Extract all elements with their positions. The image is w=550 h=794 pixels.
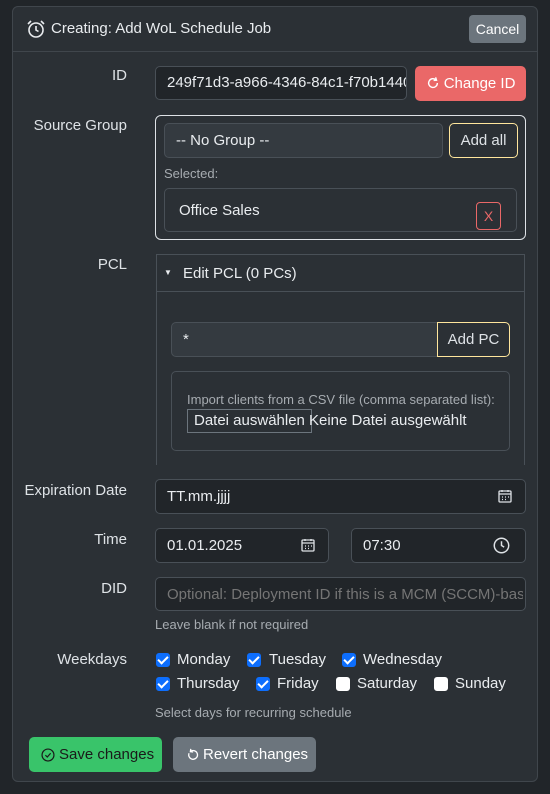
source-group-label: Source Group xyxy=(33,117,127,134)
check-circle-icon xyxy=(41,748,55,762)
thursday-label: Thursday xyxy=(177,675,240,692)
save-changes-button[interactable]: Save changes xyxy=(29,737,162,772)
revert-icon xyxy=(188,748,199,760)
expiration-date-value: TT.mm.jjjj xyxy=(167,488,231,505)
did-label: DID xyxy=(101,580,127,597)
pcl-summary[interactable]: ▼ Edit PCL (0 PCs) xyxy=(156,254,525,292)
wednesday-checkbox[interactable] xyxy=(342,653,356,667)
pc-input[interactable]: * xyxy=(171,322,438,357)
save-changes-label: Save changes xyxy=(59,746,155,763)
alarm-clock-icon xyxy=(27,20,45,38)
pcl-details: * Add PC Import clients from a CSV file … xyxy=(156,292,525,465)
monday-label: Monday xyxy=(177,651,231,668)
saturday-label: Saturday xyxy=(357,675,418,692)
revert-changes-label: Revert changes xyxy=(203,746,309,763)
did-input[interactable] xyxy=(155,577,526,611)
change-id-label: Change ID xyxy=(443,75,516,92)
selected-label: Selected: xyxy=(164,166,219,181)
refresh-icon xyxy=(427,77,438,89)
add-pc-button[interactable]: Add PC xyxy=(437,322,510,357)
wednesday-label: Wednesday xyxy=(363,651,442,668)
id-input[interactable]: 249f71d3-a966-4346-84c1-f70b1440 xyxy=(155,66,407,100)
did-help: Leave blank if not required xyxy=(155,617,309,632)
pcl-summary-label: Edit PCL (0 PCs) xyxy=(183,265,297,282)
friday-label: Friday xyxy=(277,675,319,692)
calendar-icon[interactable] xyxy=(301,538,315,552)
selected-group-item: Office Sales xyxy=(164,188,517,232)
tuesday-checkbox[interactable] xyxy=(247,653,261,667)
source-group-box: -- No Group -- Add all Selected: Office … xyxy=(155,115,526,240)
weekdays-label: Weekdays xyxy=(57,651,127,668)
change-id-button[interactable]: Change ID xyxy=(415,66,526,101)
friday-checkbox[interactable] xyxy=(256,677,270,691)
choose-file-button[interactable]: Datei auswählen xyxy=(187,409,312,433)
sunday-checkbox[interactable] xyxy=(434,677,448,691)
sunday-label: Sunday xyxy=(455,675,506,692)
revert-changes-button[interactable]: Revert changes xyxy=(173,737,316,772)
cancel-button[interactable]: Cancel xyxy=(469,15,526,43)
calendar-icon[interactable] xyxy=(498,489,512,503)
group-select[interactable]: -- No Group -- xyxy=(164,123,443,158)
page-title: Creating: Add WoL Schedule Job xyxy=(51,20,272,37)
weekdays-help: Select days for recurring schedule xyxy=(155,705,352,720)
tuesday-label: Tuesday xyxy=(269,651,326,668)
expiration-label: Expiration Date xyxy=(24,482,127,499)
remove-group-button[interactable]: X xyxy=(476,202,501,230)
saturday-checkbox[interactable] xyxy=(336,677,350,691)
thursday-checkbox[interactable] xyxy=(156,677,170,691)
clock-icon[interactable] xyxy=(493,537,510,554)
file-status: Keine Datei ausgewählt xyxy=(309,412,467,429)
monday-checkbox[interactable] xyxy=(156,653,170,667)
pcl-label: PCL xyxy=(97,256,127,273)
job-editor-panel: Creating: Add WoL Schedule Job Cancel ID… xyxy=(12,6,538,782)
add-all-button[interactable]: Add all xyxy=(449,123,518,158)
expiration-date-input[interactable]: TT.mm.jjjj xyxy=(155,479,526,514)
csv-import-box: Import clients from a CSV file (comma se… xyxy=(171,371,510,451)
panel-header: Creating: Add WoL Schedule Job Cancel xyxy=(13,7,537,52)
selected-group-name: Office Sales xyxy=(179,202,260,219)
time-label: Time xyxy=(94,531,127,548)
id-label: ID xyxy=(112,67,127,84)
caret-down-icon: ▼ xyxy=(164,268,172,277)
csv-import-text: Import clients from a CSV file (comma se… xyxy=(187,392,495,407)
